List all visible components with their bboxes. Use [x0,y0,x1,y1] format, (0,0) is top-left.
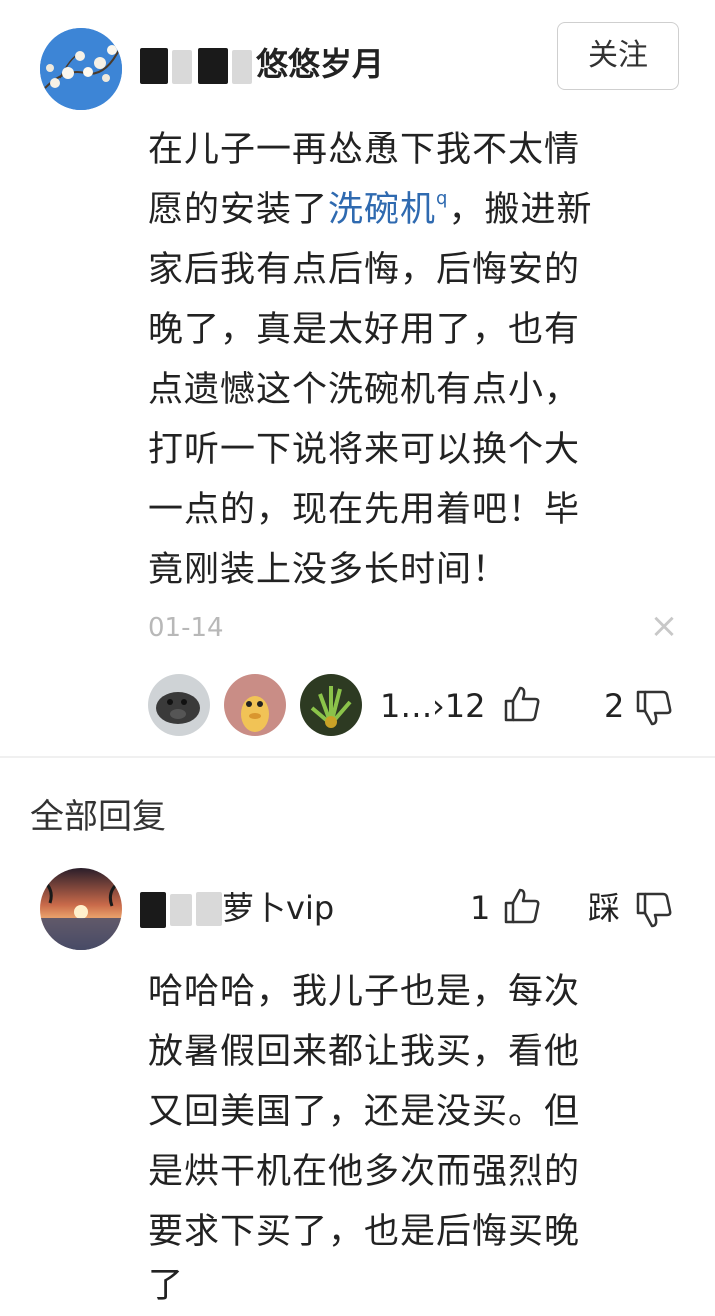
dishwasher-search-link[interactable]: 洗碗机 [328,190,436,230]
comment-text-line: 家后我有点后悔，后悔安的 [148,250,581,290]
redacted-name-block [198,48,228,84]
thumbs-up-icon[interactable] [502,684,542,724]
follow-button[interactable]: 关注 [557,22,679,90]
redacted-name-block [232,50,252,84]
reply-text-line: 又回美国了，还是没买。但 [148,1092,581,1132]
close-icon[interactable]: × [648,608,680,644]
replier-avatar[interactable] [300,674,362,736]
reply-dislike-label[interactable]: 踩 [588,888,620,928]
thumbs-down-icon[interactable] [634,890,674,930]
redacted-name-block [140,48,168,84]
reply-text-line: 了 [148,1266,185,1306]
thumbs-up-icon[interactable] [502,886,542,926]
replies-count[interactable]: 1… [380,686,432,726]
likes-count: ›12 [432,687,486,725]
comment-text-segment: 愿的安装了 [148,190,329,230]
redacted-name-block [172,50,192,84]
comment-text-line: 一点的，现在先用着吧！毕 [148,490,581,530]
reply-author-username[interactable]: 萝卜vip [222,888,334,928]
all-replies-heading: 全部回复 [30,797,166,837]
comment-text-line: 竟刚装上没多长时间！ [148,550,509,590]
comment-text-line: 愿的安装了洗碗机𝗊，搬进新 [148,180,592,240]
section-divider [0,756,715,758]
replier-avatar[interactable] [224,674,286,736]
comment-text-line: 打听一下说将来可以换个大 [148,430,581,470]
commenter-avatar[interactable] [40,28,122,110]
reply-text-line: 是烘干机在他多次而强烈的 [148,1152,581,1192]
redacted-name-block [196,892,222,926]
replier-avatar[interactable] [148,674,210,736]
comment-text-line: 点遗憾这个洗碗机有点小， [148,370,581,410]
reply-text-line: 要求下买了，也是后悔买晚 [148,1212,581,1252]
reply-text-line: 哈哈哈，我儿子也是，每次 [148,972,581,1012]
comment-text-segment: ，搬进新 [448,190,593,230]
comment-text-line: 在儿子一再怂恿下我不太情 [148,130,581,170]
comment-text-line: 晚了，真是太好用了，也有 [148,310,581,350]
reply-author-avatar[interactable] [40,868,122,950]
reply-text-line: 放暑假回来都让我买，看他 [148,1032,581,1072]
redacted-name-block [170,894,192,926]
thumbs-down-icon[interactable] [634,688,674,728]
search-icon[interactable]: 𝗊 [436,180,448,218]
reply-likes-count: 1 [470,889,491,927]
redacted-name-block [140,892,166,928]
commenter-username[interactable]: 悠悠岁月 [256,44,384,84]
comment-timestamp: 01-14 [148,613,224,643]
dislikes-count: 2 [604,687,625,725]
